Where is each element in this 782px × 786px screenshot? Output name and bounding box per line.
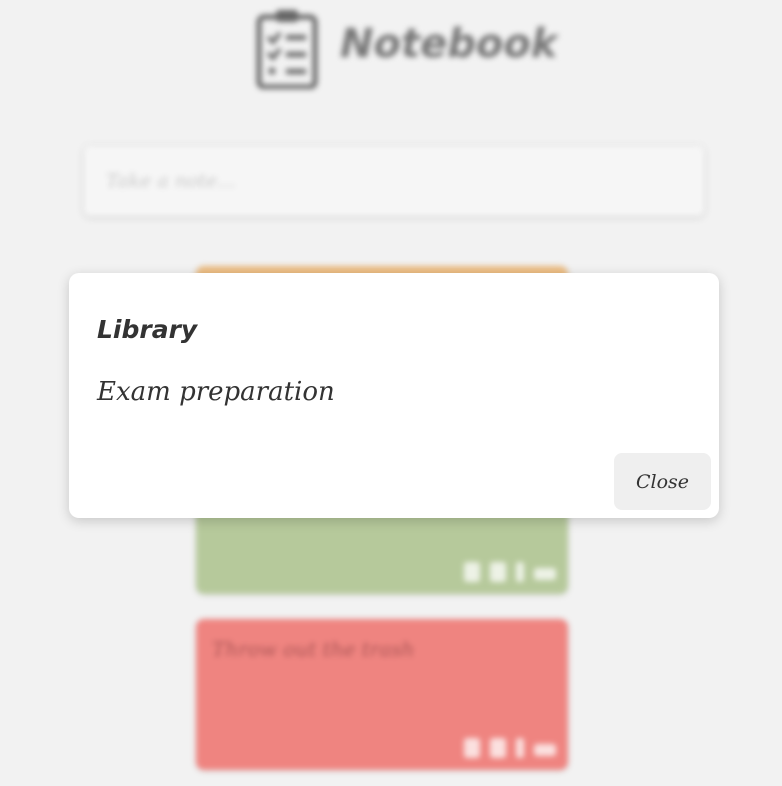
note-modal: Library Exam preparation Close — [69, 273, 719, 518]
modal-title: Library — [97, 315, 198, 344]
close-button[interactable]: Close — [614, 453, 711, 510]
modal-body: Exam preparation — [97, 377, 335, 407]
